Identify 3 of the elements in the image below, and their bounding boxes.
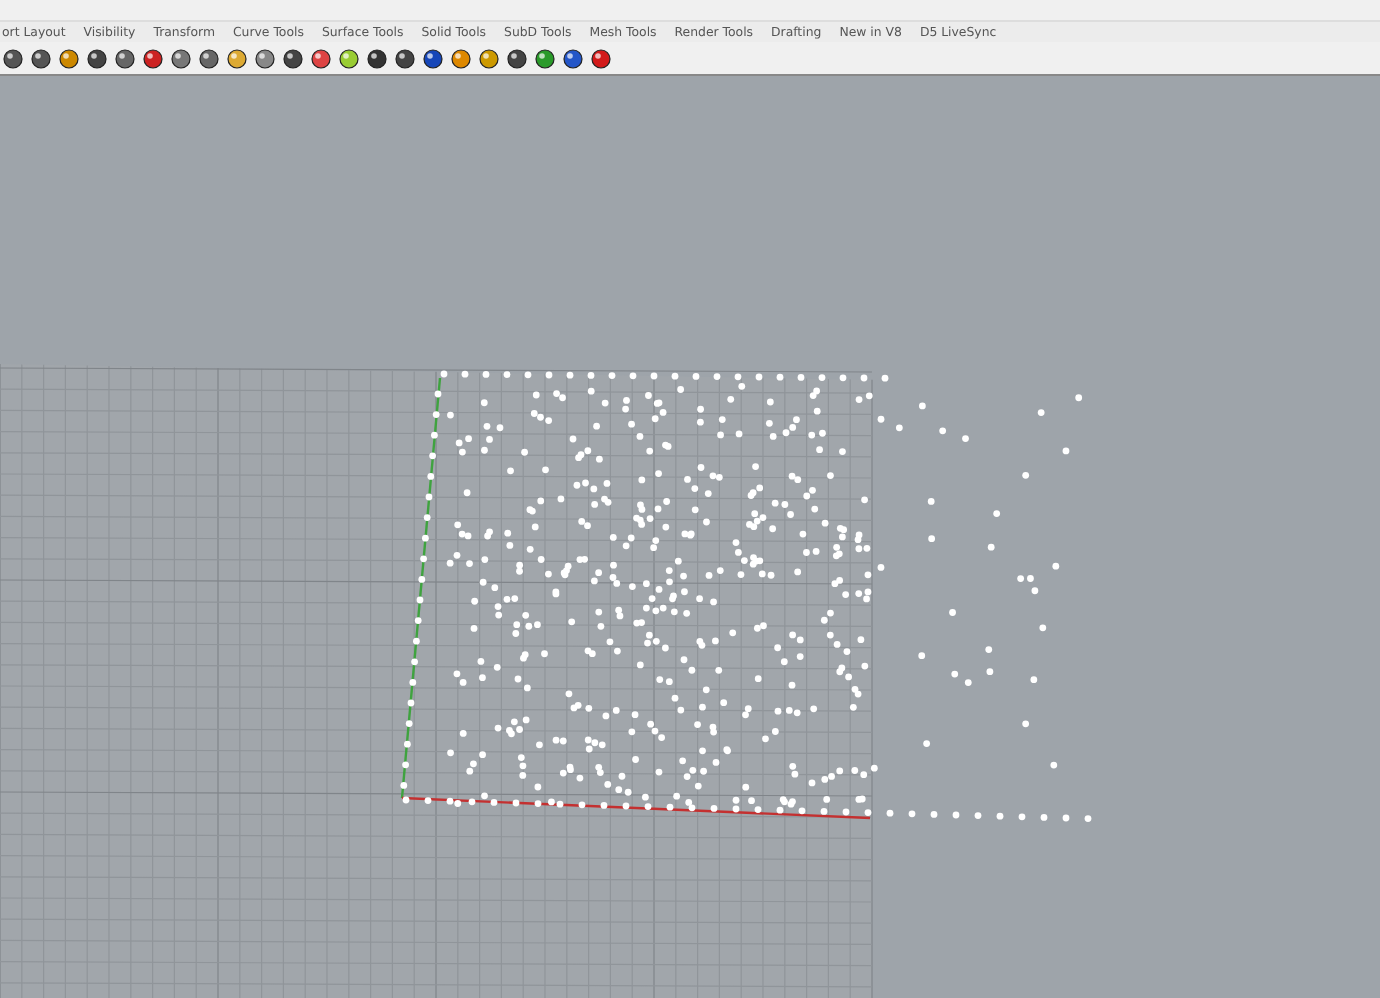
render-sphere-icon[interactable] xyxy=(422,47,444,69)
shaded-sphere-icon[interactable] xyxy=(394,47,416,69)
sphere-icon[interactable] xyxy=(366,47,388,69)
